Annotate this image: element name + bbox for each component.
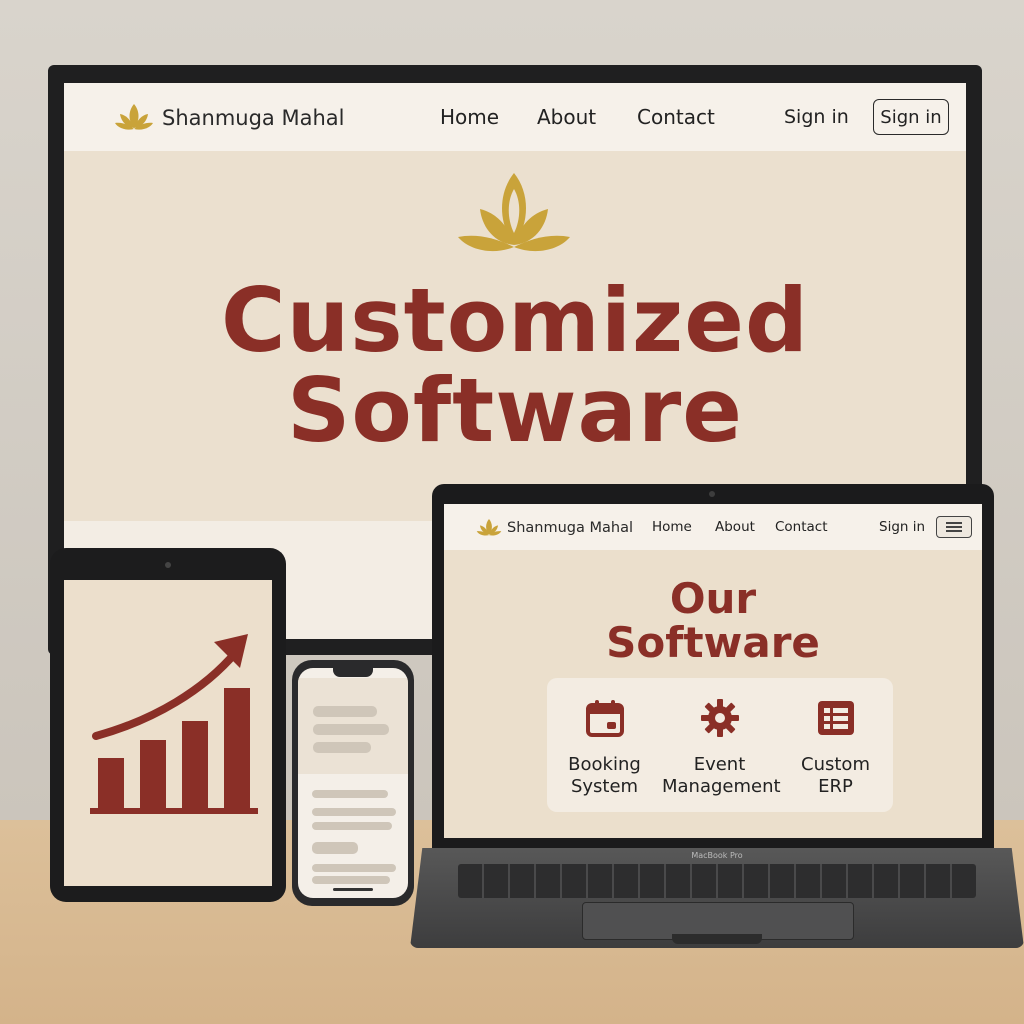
lotus-icon bbox=[115, 104, 153, 130]
list-icon bbox=[818, 701, 854, 735]
lotus-icon bbox=[458, 173, 570, 252]
card-label: Custom ERP bbox=[801, 754, 870, 797]
laptop-navbar: Shanmuga Mahal Home About Contact Sign i… bbox=[444, 504, 982, 550]
software-cards: Booking System Event Management Custom E… bbox=[547, 678, 893, 812]
placeholder-line bbox=[313, 706, 377, 717]
laptop-device: Shanmuga Mahal Home About Contact Sign i… bbox=[432, 484, 994, 850]
calendar-icon bbox=[586, 700, 624, 737]
card-label: Event Management bbox=[662, 754, 781, 797]
brand-name: Shanmuga Mahal bbox=[507, 520, 633, 536]
placeholder-line bbox=[312, 790, 388, 798]
phone-home-indicator bbox=[333, 888, 373, 891]
brand-logo[interactable]: Shanmuga Mahal bbox=[114, 101, 344, 135]
tablet-device bbox=[50, 548, 286, 902]
phone-screen bbox=[298, 668, 408, 898]
laptop-lip bbox=[672, 934, 762, 944]
hero-section: Customized Software bbox=[64, 151, 966, 521]
brand-logo[interactable]: Shanmuga Mahal bbox=[476, 517, 633, 539]
brand-name: Shanmuga Mahal bbox=[162, 106, 345, 130]
nav-contact[interactable]: Contact bbox=[637, 105, 715, 129]
tablet-screen bbox=[64, 580, 272, 886]
card-label: Booking System bbox=[568, 754, 641, 797]
placeholder-line bbox=[313, 724, 389, 735]
lotus-icon bbox=[476, 518, 502, 536]
placeholder-line bbox=[312, 864, 396, 872]
phone-device bbox=[292, 660, 414, 906]
laptop-model-label: MacBook Pro bbox=[691, 851, 743, 860]
hamburger-menu-icon[interactable] bbox=[936, 516, 972, 538]
laptop-camera bbox=[709, 491, 715, 497]
placeholder-line bbox=[312, 822, 392, 830]
card-custom-erp[interactable]: Custom ERP bbox=[778, 678, 893, 812]
card-event-management[interactable]: Event Management bbox=[662, 678, 781, 812]
laptop-base: MacBook Pro bbox=[410, 848, 1024, 948]
hero-title-line1: Customized bbox=[221, 269, 809, 372]
section-title-line2: Software bbox=[606, 618, 820, 667]
growth-chart-icon bbox=[90, 634, 258, 814]
placeholder-button bbox=[312, 842, 358, 854]
placeholder-line bbox=[312, 876, 390, 884]
nav-about[interactable]: About bbox=[715, 519, 755, 535]
nav-home[interactable]: Home bbox=[440, 105, 499, 129]
nav-about[interactable]: About bbox=[537, 105, 596, 129]
monitor-navbar: Shanmuga Mahal Home About Contact Sign i… bbox=[64, 83, 966, 151]
placeholder-line bbox=[312, 808, 396, 816]
placeholder-line bbox=[313, 742, 371, 753]
card-booking-system[interactable]: Booking System bbox=[547, 678, 662, 812]
laptop-keyboard bbox=[458, 864, 976, 898]
signin-button[interactable]: Sign in bbox=[873, 99, 949, 135]
nav-signin-link[interactable]: Sign in bbox=[879, 519, 925, 535]
laptop-screen: Shanmuga Mahal Home About Contact Sign i… bbox=[444, 504, 982, 838]
gear-icon bbox=[701, 699, 739, 737]
nav-home[interactable]: Home bbox=[652, 519, 692, 535]
hero-title-line2: Software bbox=[287, 359, 743, 462]
section-title-line1: Our bbox=[669, 574, 757, 623]
nav-contact[interactable]: Contact bbox=[775, 519, 828, 535]
phone-notch bbox=[333, 668, 373, 677]
nav-signin-link[interactable]: Sign in bbox=[784, 106, 849, 128]
tablet-camera bbox=[165, 562, 171, 568]
